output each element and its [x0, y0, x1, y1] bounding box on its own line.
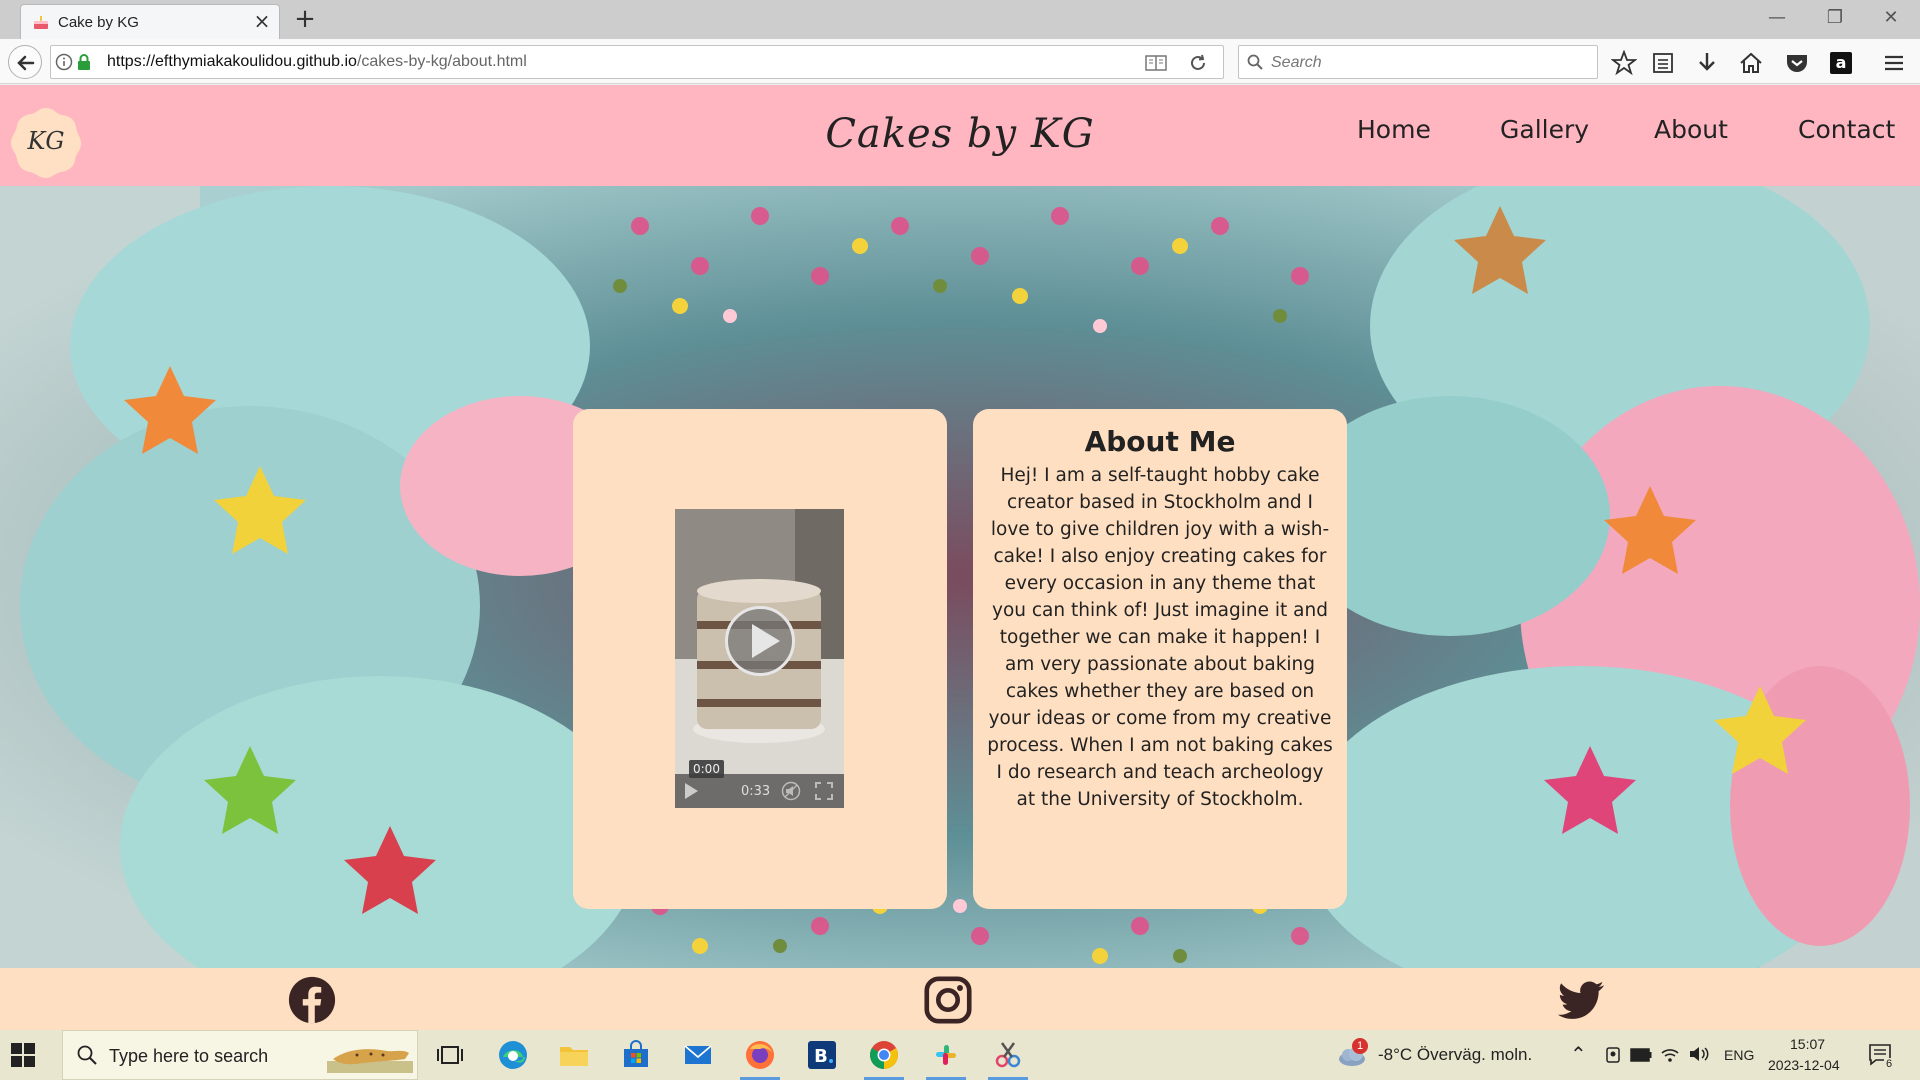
snipping-tool-icon[interactable]: [992, 1039, 1024, 1071]
video-duration: 0:33: [741, 784, 771, 799]
search-icon: [1247, 54, 1263, 70]
url-path: /cakes-by-kg/about.html: [356, 53, 527, 70]
nav-home[interactable]: Home: [1357, 115, 1431, 144]
lock-icon: [78, 54, 90, 70]
mail-icon[interactable]: [682, 1039, 714, 1071]
about-title: About Me: [1084, 425, 1236, 458]
edge-icon[interactable]: [497, 1039, 529, 1071]
search-bar[interactable]: Search: [1238, 45, 1598, 79]
browser-toolbar: https://efthymiakakoulidou.github.io/cak…: [0, 39, 1920, 84]
meet-now-icon[interactable]: [1604, 1046, 1622, 1064]
video-card: 0:00 0:33: [573, 409, 947, 909]
search-icon: [77, 1045, 97, 1065]
booking-icon[interactable]: B: [806, 1039, 838, 1071]
site-header: KG Cakes by KG Home Gallery About Contac…: [0, 85, 1920, 186]
taskbar-search[interactable]: Type here to search: [62, 1030, 418, 1080]
menu-icon[interactable]: [1881, 50, 1907, 76]
clock-date[interactable]: 2023-12-04: [1768, 1057, 1840, 1073]
clock-time[interactable]: 15:07: [1790, 1036, 1825, 1052]
nav-gallery[interactable]: Gallery: [1500, 115, 1589, 144]
close-tab-icon[interactable]: ×: [253, 11, 271, 31]
reader-view-icon[interactable]: [1145, 54, 1167, 72]
slack-icon[interactable]: [930, 1039, 962, 1071]
search-placeholder: Search: [1271, 54, 1322, 71]
fullscreen-icon[interactable]: [815, 782, 833, 800]
chrome-icon[interactable]: [868, 1039, 900, 1071]
weather-text[interactable]: -8°C Överväg. moln.: [1378, 1045, 1532, 1065]
site-footer: [0, 968, 1920, 1030]
nav-contact[interactable]: Contact: [1798, 115, 1895, 144]
hero-background: [0, 186, 1920, 968]
play-icon: [752, 624, 780, 658]
about-card: About Me Hej! I am a self-taught hobby c…: [973, 409, 1347, 909]
instagram-icon[interactable]: [922, 976, 974, 1024]
language-indicator[interactable]: ENG: [1724, 1047, 1754, 1063]
svg-text:a: a: [1836, 53, 1847, 72]
battery-icon[interactable]: [1630, 1048, 1652, 1062]
svg-text:B: B: [814, 1046, 828, 1067]
firefox-icon[interactable]: [744, 1039, 776, 1071]
url-domain: https://efthymiakakoulidou.github.io: [107, 53, 357, 70]
cake-background-image: [0, 186, 1920, 968]
nav-about[interactable]: About: [1654, 115, 1728, 144]
reload-icon[interactable]: [1187, 52, 1209, 74]
windows-start-icon[interactable]: [10, 1042, 36, 1068]
control-play-icon[interactable]: [685, 783, 698, 799]
task-view-icon[interactable]: [434, 1039, 466, 1071]
file-explorer-icon[interactable]: [558, 1039, 590, 1071]
wifi-icon[interactable]: [1660, 1045, 1680, 1063]
taskbar-search-placeholder: Type here to search: [109, 1046, 269, 1066]
site-title: Cakes by KG: [825, 111, 1095, 157]
browser-tab[interactable]: Cake by KG ×: [20, 4, 280, 39]
address-bar[interactable]: https://efthymiakakoulidou.github.io/cak…: [50, 45, 1224, 79]
cheetah-search-highlight-icon: [327, 1049, 413, 1073]
back-button[interactable]: [8, 45, 42, 79]
restore-icon[interactable]: ❐: [1820, 5, 1850, 31]
facebook-icon[interactable]: [286, 976, 338, 1024]
download-icon[interactable]: [1694, 50, 1720, 76]
bookmark-star-icon[interactable]: [1611, 50, 1637, 76]
mute-icon[interactable]: [781, 781, 801, 801]
cake-favicon-icon: [34, 16, 48, 29]
windows-taskbar: Type here to search B 1 -8°C Överväg. mo…: [0, 1030, 1920, 1080]
url-text[interactable]: https://efthymiakakoulidou.github.io/cak…: [107, 53, 527, 71]
info-icon[interactable]: [55, 53, 73, 71]
bookmarks-list-icon[interactable]: [1650, 50, 1676, 76]
new-tab-icon[interactable]: +: [292, 6, 318, 32]
about-text: Hej! I am a self-taught hobby cake creat…: [987, 465, 1333, 810]
minimize-icon[interactable]: —: [1762, 5, 1792, 31]
weather-badge: 1: [1352, 1038, 1368, 1054]
browser-tab-bar: Cake by KG × + — ❐ ✕: [0, 0, 1920, 39]
page-viewport: KG Cakes by KG Home Gallery About Contac…: [0, 85, 1920, 1030]
twitter-icon[interactable]: [1556, 976, 1608, 1024]
volume-icon[interactable]: [1688, 1045, 1710, 1063]
video-controls: 0:00 0:33: [675, 760, 844, 808]
home-icon[interactable]: [1738, 50, 1764, 76]
store-icon[interactable]: [620, 1039, 652, 1071]
play-overlay-button[interactable]: [725, 606, 795, 676]
video-current-time: 0:00: [689, 760, 724, 778]
cake-video[interactable]: 0:00 0:33: [675, 509, 844, 808]
back-arrow-icon: [17, 55, 35, 71]
notification-count: 6: [1884, 1058, 1895, 1070]
tab-title: Cake by KG: [58, 14, 139, 31]
close-window-icon[interactable]: ✕: [1876, 5, 1906, 31]
amazon-icon[interactable]: a: [1828, 50, 1854, 76]
pocket-icon[interactable]: [1784, 50, 1810, 76]
tray-chevron-icon[interactable]: ⌃: [1570, 1042, 1587, 1067]
